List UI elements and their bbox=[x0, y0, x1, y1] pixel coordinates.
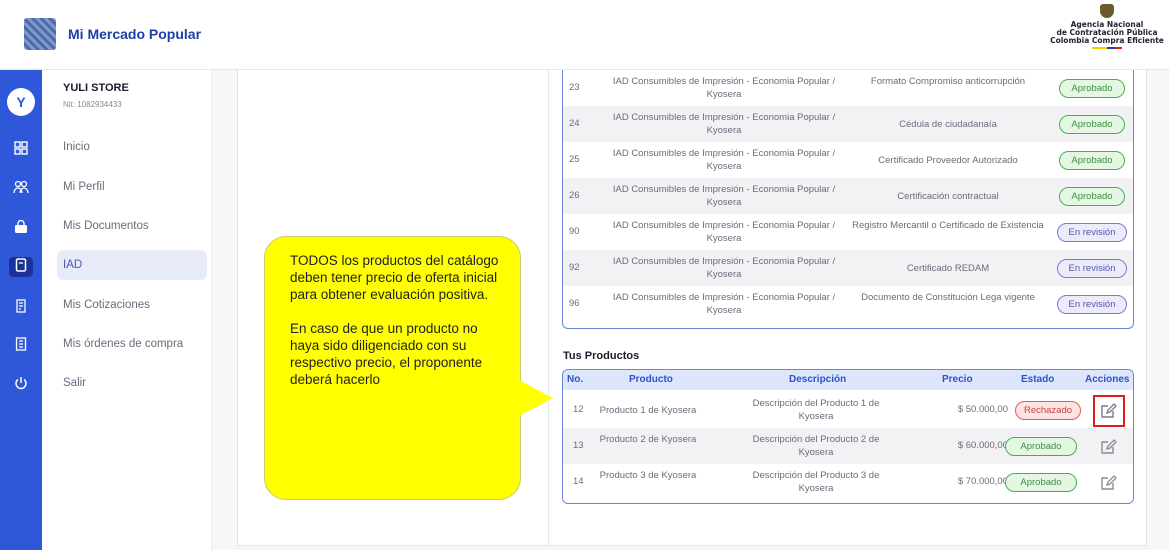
table-row: 25 IAD Consumibles de Impresión - Econom… bbox=[563, 142, 1133, 178]
status-badge: Aprobado bbox=[1005, 473, 1077, 492]
quote-icon[interactable] bbox=[9, 298, 33, 318]
row-iad: IAD Consumibles de Impresión - Economia … bbox=[612, 112, 836, 136]
table-row: 23 IAD Consumibles de Impresión - Econom… bbox=[563, 70, 1133, 106]
status-badge: En revisión bbox=[1057, 295, 1127, 314]
coat-of-arms-icon bbox=[1100, 4, 1114, 18]
callout-text: TODOS los productos del catálogo deben t… bbox=[290, 252, 505, 388]
row-number: 26 bbox=[569, 190, 580, 201]
product-price: $ 70.000,00 bbox=[957, 476, 1008, 487]
table-row: 96 IAD Consumibles de Impresión - Econom… bbox=[563, 286, 1133, 322]
status-badge: Aprobado bbox=[1059, 79, 1125, 98]
row-iad: IAD Consumibles de Impresión - Economia … bbox=[612, 256, 836, 280]
table-row: 13 Producto 2 de Kyosera Descripción del… bbox=[563, 428, 1133, 464]
status-badge: Aprobado bbox=[1059, 187, 1125, 206]
sidebar-item-mis-documentos[interactable]: Mis Documentos bbox=[57, 211, 207, 241]
documents-table: 23 IAD Consumibles de Impresión - Econom… bbox=[562, 70, 1134, 329]
app-logo-icon bbox=[24, 18, 56, 50]
col-status: Estado bbox=[1021, 374, 1055, 385]
sidebar: YULI STORE Nit: 1082934433 Inicio Mi Per… bbox=[42, 70, 212, 550]
products-title: Tus Productos bbox=[563, 350, 640, 362]
row-iad: IAD Consumibles de Impresión - Economia … bbox=[612, 148, 836, 172]
table-row: 90 IAD Consumibles de Impresión - Econom… bbox=[563, 214, 1133, 250]
power-icon[interactable] bbox=[9, 375, 33, 395]
sidebar-item-mis-ordenes[interactable]: Mis órdenes de compra bbox=[57, 329, 207, 359]
sidebar-item-salir[interactable]: Salir bbox=[57, 368, 207, 398]
app-root: Mi Mercado Popular Agencia Nacional de C… bbox=[0, 0, 1169, 550]
sidebar-item-mi-perfil[interactable]: Mi Perfil bbox=[57, 172, 207, 202]
row-iad: IAD Consumibles de Impresión - Economia … bbox=[612, 292, 836, 316]
product-no: 12 bbox=[573, 404, 584, 415]
row-iad: IAD Consumibles de Impresión - Economia … bbox=[612, 220, 836, 244]
agency-line-3: Colombia Compra Eficiente bbox=[1050, 36, 1164, 45]
row-number: 96 bbox=[569, 298, 580, 309]
callout-paragraph-2: En caso de que un producto no haya sido … bbox=[290, 321, 483, 387]
users-icon[interactable] bbox=[9, 179, 33, 199]
document-icon[interactable] bbox=[9, 257, 33, 277]
row-document: Cédula de ciudadanaía bbox=[899, 119, 997, 130]
orders-icon[interactable] bbox=[9, 336, 33, 356]
table-row: 12 Producto 1 de Kyosera Descripción del… bbox=[563, 392, 1133, 428]
row-number: 24 bbox=[569, 118, 580, 129]
row-document: Formato Compromiso anticorrupción bbox=[870, 76, 1026, 87]
col-product: Producto bbox=[629, 374, 673, 385]
product-no: 14 bbox=[573, 476, 584, 487]
product-name: Producto 1 de Kyosera bbox=[599, 405, 697, 416]
product-name: Producto 2 de Kyosera bbox=[599, 434, 697, 445]
row-number: 92 bbox=[569, 262, 580, 273]
sidebar-item-iad[interactable]: IAD bbox=[57, 250, 207, 280]
product-description: Descripción del Producto 3 de Kyosera bbox=[752, 470, 880, 494]
sidebar-item-inicio[interactable]: Inicio bbox=[57, 132, 207, 162]
flag-stripe bbox=[1092, 47, 1122, 49]
row-number: 90 bbox=[569, 226, 580, 237]
row-number: 23 bbox=[569, 82, 580, 93]
store-name: YULI STORE bbox=[63, 82, 129, 94]
table-row: 26 IAD Consumibles de Impresión - Econom… bbox=[563, 178, 1133, 214]
store-nit: Nit: 1082934433 bbox=[63, 100, 122, 109]
product-description: Descripción del Producto 2 de Kyosera bbox=[752, 434, 880, 458]
status-badge: En revisión bbox=[1057, 223, 1127, 242]
row-document: Certificado REDAM bbox=[906, 263, 990, 274]
row-iad: IAD Consumibles de Impresión - Economia … bbox=[612, 184, 836, 208]
row-document: Documento de Constitución Lega vigente bbox=[861, 292, 1035, 303]
edit-icon[interactable] bbox=[1099, 402, 1117, 420]
status-badge: Aprobado bbox=[1005, 437, 1077, 456]
col-description: Descripción bbox=[789, 374, 847, 385]
avatar[interactable]: Y bbox=[7, 88, 35, 116]
row-number: 25 bbox=[569, 154, 580, 165]
grid-icon[interactable] bbox=[9, 140, 33, 160]
table-row: 24 IAD Consumibles de Impresión - Econom… bbox=[563, 106, 1133, 142]
edit-icon[interactable] bbox=[1099, 474, 1117, 492]
row-document: Certificado Proveedor Autorizado bbox=[878, 155, 1018, 166]
card-divider bbox=[548, 70, 549, 546]
status-badge: Rechazado bbox=[1015, 401, 1081, 420]
app-title[interactable]: Mi Mercado Popular bbox=[68, 26, 201, 42]
row-iad: IAD Consumibles de Impresión - Economia … bbox=[612, 76, 836, 100]
status-badge: Aprobado bbox=[1059, 151, 1125, 170]
row-document: Registro Mercantil o Certificado de Exis… bbox=[852, 220, 1044, 231]
product-no: 13 bbox=[573, 440, 584, 451]
table-row: 14 Producto 3 de Kyosera Descripción del… bbox=[563, 464, 1133, 500]
products-table: No. Producto Descripción Precio Estado A… bbox=[562, 369, 1134, 504]
callout-pointer bbox=[519, 380, 553, 416]
product-price: $ 60.000,00 bbox=[957, 440, 1008, 451]
sidebar-item-mis-cotizaciones[interactable]: Mis Cotizaciones bbox=[57, 290, 207, 320]
status-badge: En revisión bbox=[1057, 259, 1127, 278]
products-table-header: No. Producto Descripción Precio Estado A… bbox=[563, 370, 1133, 390]
row-document: Certificación contractual bbox=[897, 191, 999, 202]
bag-icon[interactable] bbox=[9, 219, 33, 239]
product-description: Descripción del Producto 1 de Kyosera bbox=[752, 398, 880, 422]
icon-rail: Y bbox=[0, 70, 42, 550]
status-badge: Aprobado bbox=[1059, 115, 1125, 134]
col-actions: Acciones bbox=[1085, 374, 1130, 385]
product-name: Producto 3 de Kyosera bbox=[599, 470, 697, 481]
top-header: Mi Mercado Popular Agencia Nacional de C… bbox=[0, 0, 1169, 70]
agency-logo: Agencia Nacional de Contratación Pública… bbox=[1049, 4, 1165, 49]
table-row: 92 IAD Consumibles de Impresión - Econom… bbox=[563, 250, 1133, 286]
product-price: $ 50.000,00 bbox=[957, 404, 1008, 415]
col-price: Precio bbox=[942, 374, 973, 385]
edit-icon[interactable] bbox=[1099, 438, 1117, 456]
col-no: No. bbox=[567, 374, 584, 385]
callout-paragraph-1: TODOS los productos del catálogo deben t… bbox=[290, 253, 499, 302]
